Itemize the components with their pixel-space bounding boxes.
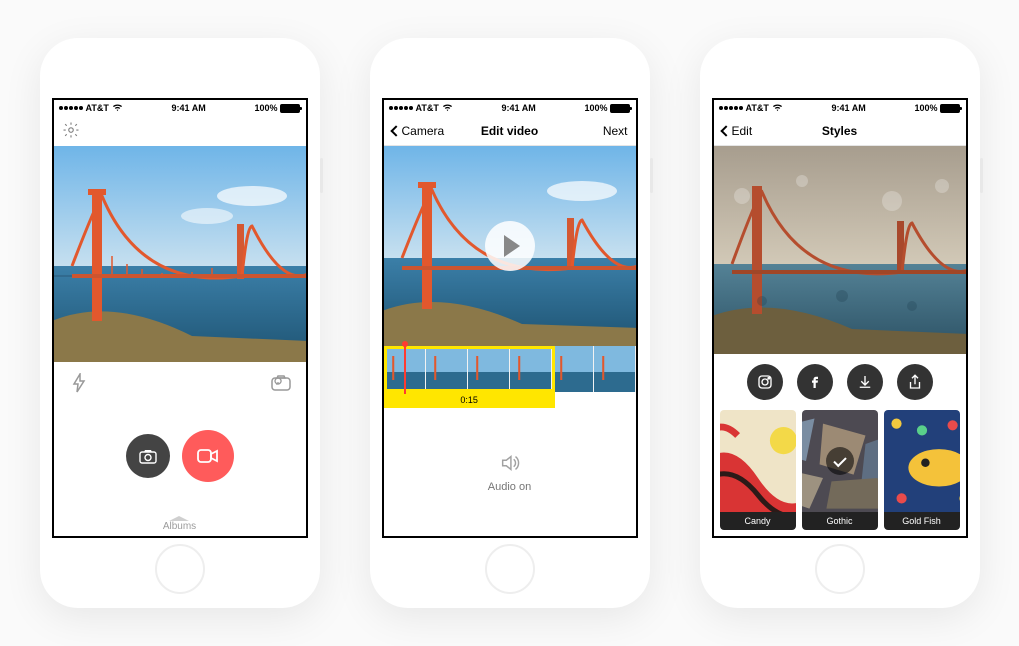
video-preview[interactable] <box>384 146 636 346</box>
page-title: Styles <box>822 124 857 138</box>
check-icon <box>826 447 854 475</box>
audio-toggle[interactable]: Audio on <box>384 408 636 536</box>
flash-icon[interactable] <box>66 370 92 396</box>
status-bar: AT&T 9:41 AM 100% <box>54 100 306 116</box>
timeline-frame <box>468 346 510 392</box>
signal-dots-icon <box>719 106 743 110</box>
albums-button[interactable]: Albums <box>163 516 196 532</box>
carrier-label: AT&T <box>416 103 439 113</box>
wifi-icon <box>442 103 453 114</box>
side-button <box>320 158 323 193</box>
carrier-label: AT&T <box>86 103 109 113</box>
viewfinder <box>54 146 306 362</box>
back-label: Camera <box>402 124 445 138</box>
playhead[interactable] <box>404 344 406 394</box>
carrier-label: AT&T <box>746 103 769 113</box>
battery-label: 100% <box>914 103 937 113</box>
next-button[interactable]: Next <box>568 124 628 138</box>
battery-label: 100% <box>254 103 277 113</box>
back-label: Edit <box>732 124 753 138</box>
status-bar: AT&T 9:41 AM 100% <box>384 100 636 116</box>
chevron-left-icon <box>390 125 401 136</box>
battery-icon <box>940 104 960 113</box>
page-title: Edit video <box>481 124 538 138</box>
chevron-left-icon <box>720 125 731 136</box>
signal-dots-icon <box>389 106 413 110</box>
download-button[interactable] <box>847 364 883 400</box>
phone-edit-video: AT&T 9:41 AM 100% Camera Edit video Next <box>370 38 650 608</box>
wifi-icon <box>772 103 783 114</box>
signal-dots-icon <box>59 106 83 110</box>
timeline[interactable]: 0:15 <box>384 346 636 408</box>
style-label: Gold Fish <box>884 512 960 530</box>
speaker-icon <box>499 452 521 477</box>
time-label: 9:41 AM <box>832 103 866 113</box>
battery-icon <box>280 104 300 113</box>
flip-camera-icon[interactable] <box>268 370 294 396</box>
battery-label: 100% <box>584 103 607 113</box>
back-button[interactable]: Edit <box>722 124 782 138</box>
share-facebook-button[interactable] <box>797 364 833 400</box>
share-instagram-button[interactable] <box>747 364 783 400</box>
record-button[interactable] <box>182 430 234 482</box>
timeline-frame <box>594 346 636 392</box>
wifi-icon <box>112 103 123 114</box>
side-button <box>980 158 983 193</box>
battery-icon <box>610 104 630 113</box>
timeline-frame <box>426 346 468 392</box>
time-label: 9:41 AM <box>172 103 206 113</box>
share-button[interactable] <box>897 364 933 400</box>
duration-label: 0:15 <box>384 392 555 408</box>
settings-icon[interactable] <box>62 121 80 142</box>
status-bar: AT&T 9:41 AM 100% <box>714 100 966 116</box>
style-gothic[interactable]: Gothic <box>802 410 878 530</box>
styled-preview <box>714 146 966 354</box>
back-button[interactable]: Camera <box>392 124 452 138</box>
style-candy[interactable]: Candy <box>720 410 796 530</box>
side-button <box>650 158 653 193</box>
style-gold-fish[interactable]: Gold Fish <box>884 410 960 530</box>
phone-styles: AT&T 9:41 AM 100% Edit Styles <box>700 38 980 608</box>
albums-label: Albums <box>163 521 196 532</box>
photo-mode-button[interactable] <box>126 434 170 478</box>
time-label: 9:41 AM <box>502 103 536 113</box>
timeline-frame <box>552 346 594 392</box>
style-label: Candy <box>720 512 796 530</box>
audio-label: Audio on <box>488 481 531 493</box>
style-label: Gothic <box>802 512 878 530</box>
timeline-frame <box>510 346 552 392</box>
phone-camera: AT&T 9:41 AM 100% <box>40 38 320 608</box>
play-icon[interactable] <box>485 221 535 271</box>
